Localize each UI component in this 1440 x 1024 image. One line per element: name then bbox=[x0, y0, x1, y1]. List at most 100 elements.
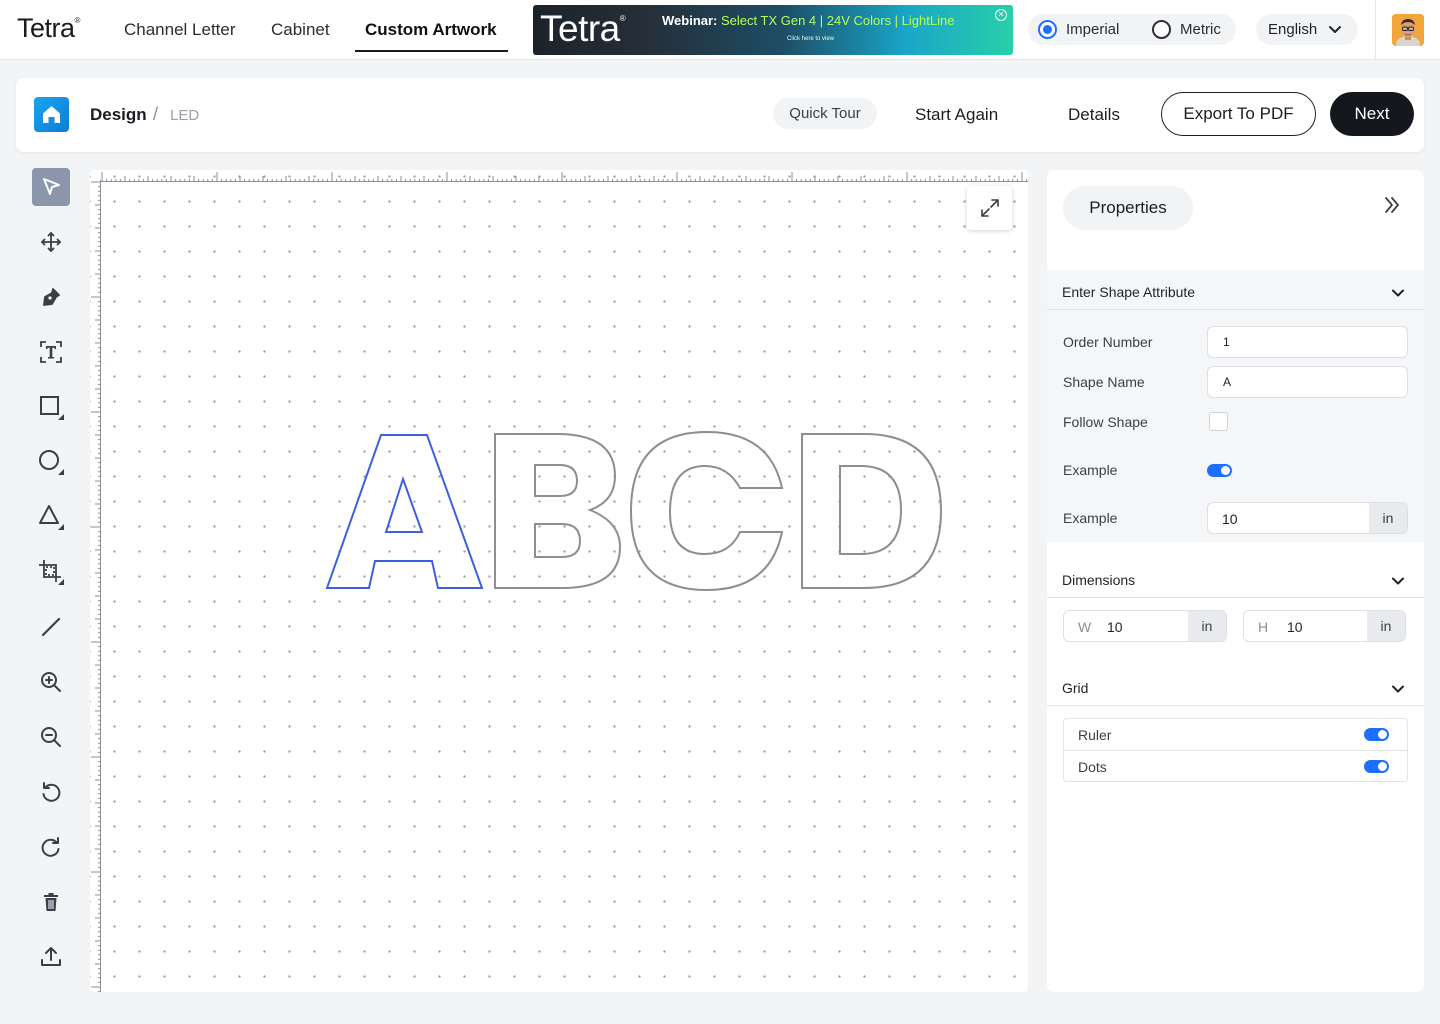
rectangle-tool[interactable] bbox=[32, 388, 70, 426]
tab-custom-artwork[interactable]: Custom Artwork bbox=[365, 20, 497, 40]
upload-tool[interactable] bbox=[32, 938, 70, 976]
grid-dots-row: Dots bbox=[1064, 750, 1407, 781]
grid-header[interactable]: Grid bbox=[1047, 666, 1424, 706]
artwork-letter-c[interactable] bbox=[629, 430, 784, 592]
shape-name-field[interactable] bbox=[1207, 366, 1408, 398]
active-tab-indicator bbox=[355, 50, 508, 52]
chevron-down-icon bbox=[1329, 26, 1341, 33]
delete-tool[interactable] bbox=[32, 883, 70, 921]
banner-title: Webinar: Select TX Gen 4 | 24V Colors | … bbox=[662, 13, 955, 28]
example-input-label: Example bbox=[1063, 510, 1118, 526]
breadcrumb-root[interactable]: Design bbox=[90, 105, 147, 125]
app-logo[interactable]: Tetra® bbox=[17, 13, 80, 44]
pointer-icon bbox=[43, 178, 60, 195]
undo-tool[interactable] bbox=[32, 773, 70, 811]
language-label: English bbox=[1268, 21, 1318, 38]
avatar[interactable] bbox=[1392, 14, 1424, 46]
circle-icon bbox=[39, 450, 64, 475]
banner-highlight: Select TX Gen 4 | 24V Colors | LightLine bbox=[721, 13, 955, 28]
zoom-out-tool[interactable] bbox=[32, 718, 70, 756]
artwork-letter-b[interactable] bbox=[494, 433, 622, 589]
artwork-letter-a[interactable] bbox=[325, 434, 484, 589]
details-button[interactable]: Details bbox=[1068, 105, 1120, 125]
order-number-label: Order Number bbox=[1063, 334, 1153, 350]
height-prefix: H bbox=[1258, 619, 1269, 635]
example-input[interactable]: 10 in bbox=[1207, 502, 1408, 534]
text-tool[interactable] bbox=[32, 333, 70, 371]
circle-tool[interactable] bbox=[32, 443, 70, 481]
move-tool[interactable] bbox=[32, 223, 70, 261]
metric-label[interactable]: Metric bbox=[1180, 21, 1221, 38]
breadcrumb-current: LED bbox=[170, 107, 200, 124]
chevron-down-icon bbox=[1392, 685, 1404, 693]
grid-options: Ruler Dots bbox=[1063, 718, 1408, 782]
zoom-in-icon bbox=[41, 672, 61, 692]
grid-ruler-row: Ruler bbox=[1064, 719, 1407, 750]
chevron-down-icon bbox=[1392, 289, 1404, 297]
line-tool[interactable] bbox=[32, 608, 70, 646]
trash-icon bbox=[44, 893, 58, 911]
design-canvas[interactable] bbox=[90, 170, 1028, 992]
dots-label: Dots bbox=[1078, 759, 1107, 775]
shape-name-label: Shape Name bbox=[1063, 374, 1145, 390]
webinar-banner[interactable]: Tetra® Webinar: Select TX Gen 4 | 24V Co… bbox=[533, 5, 1013, 55]
crop-icon bbox=[39, 560, 64, 585]
export-pdf-button[interactable]: Export To PDF bbox=[1161, 92, 1316, 136]
dimensions-title: Dimensions bbox=[1062, 572, 1136, 588]
follow-shape-label: Follow Shape bbox=[1063, 414, 1148, 430]
start-again-button[interactable]: Start Again bbox=[915, 105, 998, 125]
avatar-container bbox=[1375, 0, 1440, 60]
redo-icon bbox=[41, 837, 60, 857]
example-input-value: 10 bbox=[1222, 511, 1238, 527]
height-value: 10 bbox=[1287, 619, 1303, 635]
user-avatar-icon bbox=[1392, 14, 1424, 46]
banner-subtitle: Click here to view bbox=[787, 36, 835, 42]
tab-cabinet[interactable]: Cabinet bbox=[271, 20, 330, 40]
tab-channel-letter[interactable]: Channel Letter bbox=[124, 20, 236, 40]
triangle-tool[interactable] bbox=[32, 498, 70, 536]
follow-shape-checkbox[interactable] bbox=[1209, 412, 1228, 431]
example-input-unit: in bbox=[1369, 503, 1407, 533]
home-button[interactable] bbox=[34, 97, 69, 132]
imperial-radio[interactable] bbox=[1038, 20, 1057, 39]
height-field[interactable]: H 10 in bbox=[1243, 610, 1406, 642]
design-header: Design / LED Quick Tour Start Again Deta… bbox=[16, 78, 1424, 152]
banner-brand: Tetra® bbox=[540, 8, 626, 49]
properties-panel: Properties Enter Shape Attribute Order N… bbox=[1047, 170, 1424, 992]
dots-toggle[interactable] bbox=[1364, 760, 1389, 773]
example-toggle[interactable] bbox=[1207, 464, 1232, 477]
imperial-label[interactable]: Imperial bbox=[1066, 21, 1119, 38]
quick-tour-button[interactable]: Quick Tour bbox=[773, 98, 877, 129]
order-number-field[interactable] bbox=[1207, 326, 1408, 358]
undo-icon bbox=[42, 782, 61, 802]
shape-attribute-header[interactable]: Enter Shape Attribute bbox=[1047, 270, 1424, 310]
breadcrumb-separator: / bbox=[153, 104, 159, 124]
chevron-down-icon bbox=[1392, 577, 1404, 585]
banner-close-icon[interactable]: ✕ bbox=[995, 9, 1007, 21]
top-nav: Tetra® Channel Letter Cabinet Custom Art… bbox=[0, 0, 1440, 60]
grid-title: Grid bbox=[1062, 680, 1089, 696]
collapse-panel-icon[interactable] bbox=[1381, 194, 1403, 216]
width-prefix: W bbox=[1078, 619, 1092, 635]
ruler-toggle[interactable] bbox=[1364, 728, 1389, 741]
language-select[interactable]: English bbox=[1256, 14, 1358, 45]
ruler-label: Ruler bbox=[1078, 727, 1112, 743]
text-icon bbox=[40, 341, 62, 363]
next-button[interactable]: Next bbox=[1330, 92, 1414, 136]
select-tool[interactable] bbox=[32, 168, 70, 206]
pen-tool[interactable] bbox=[32, 278, 70, 316]
zoom-in-tool[interactable] bbox=[32, 663, 70, 701]
triangle-icon bbox=[39, 505, 64, 530]
fullscreen-button[interactable] bbox=[967, 186, 1012, 230]
metric-radio[interactable] bbox=[1152, 20, 1171, 39]
artwork-layer bbox=[325, 430, 943, 592]
shape-attribute-title: Enter Shape Attribute bbox=[1062, 284, 1196, 300]
crop-tool[interactable] bbox=[32, 553, 70, 591]
dimensions-header[interactable]: Dimensions bbox=[1047, 558, 1424, 598]
redo-tool[interactable] bbox=[32, 828, 70, 866]
artwork-letter-d[interactable] bbox=[801, 433, 943, 589]
move-icon bbox=[41, 232, 61, 252]
tab-properties[interactable]: Properties bbox=[1063, 186, 1193, 230]
width-field[interactable]: W 10 in bbox=[1063, 610, 1227, 642]
width-value: 10 bbox=[1107, 619, 1123, 635]
